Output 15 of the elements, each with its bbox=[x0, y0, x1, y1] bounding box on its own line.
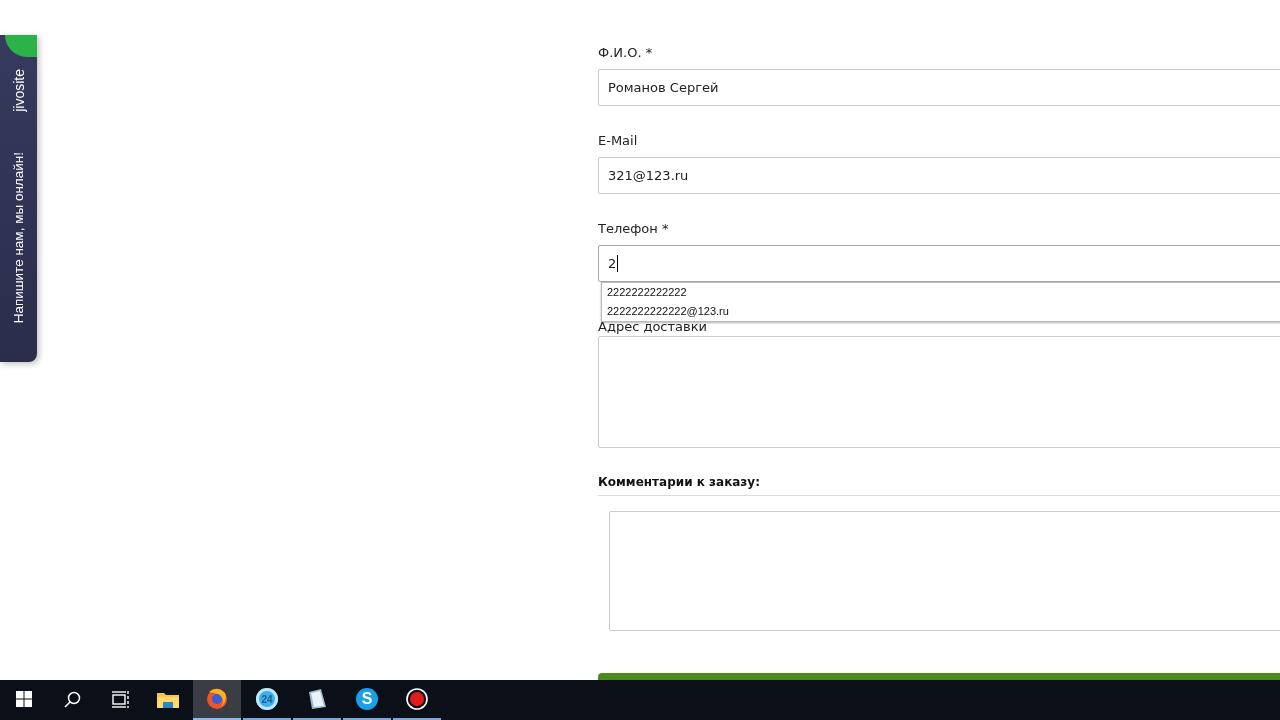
suggestion-item[interactable]: 2222222222222 bbox=[607, 283, 1280, 302]
app-icon: 24 bbox=[256, 688, 278, 710]
chat-prompt: Напишите нам, мы онлайн! bbox=[11, 151, 26, 324]
chat-app-icon: S bbox=[356, 688, 378, 710]
chat-tab[interactable]: jivosite Напишите нам, мы онлайн! bbox=[0, 35, 37, 362]
input-field[interactable]: 321@123.ru bbox=[598, 157, 1280, 194]
field-label: Телефон * bbox=[598, 220, 669, 238]
field-label: E-Mail bbox=[598, 132, 638, 150]
suggestion-item[interactable]: 2222222222222@123.ru bbox=[607, 302, 1280, 321]
field-label: Адрес доставки bbox=[598, 319, 707, 335]
section-heading: Комментарии к заказу: bbox=[598, 474, 760, 491]
field-label: Ф.И.О. * bbox=[598, 44, 653, 62]
input-field[interactable]: 2 bbox=[598, 245, 1280, 282]
input-field[interactable]: Романов Сергей bbox=[598, 69, 1280, 106]
brand-logo-text: jivosite bbox=[10, 69, 27, 112]
